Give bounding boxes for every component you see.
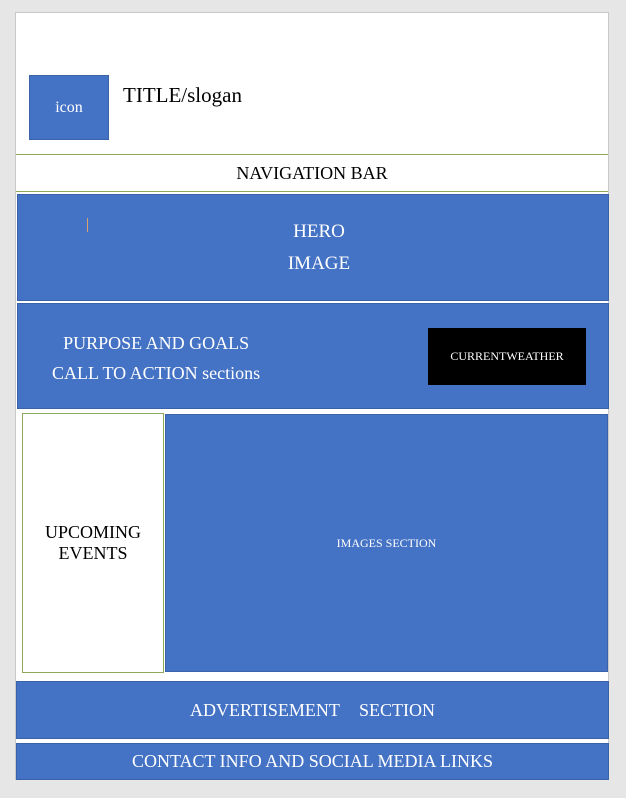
hero-label-line2: IMAGE — [287, 252, 351, 274]
current-weather-box: CURRENTWEATHER — [428, 328, 586, 385]
purpose-text: PURPOSE AND GOALS CALL TO ACTION section… — [52, 328, 260, 388]
images-section-label: IMAGES SECTION — [336, 535, 437, 550]
purpose-label-line2: CALL TO ACTION sections — [52, 363, 261, 383]
upcoming-events-line1: UPCOMING — [44, 522, 141, 542]
purpose-label-line1: PURPOSE AND GOALS — [63, 333, 250, 353]
current-weather-label: CURRENTWEATHER — [450, 349, 564, 363]
advertisement-section: ADVERTISEMENT SECTION — [16, 681, 609, 739]
hero-label-line1: HERO — [293, 220, 345, 242]
icon-label: icon — [55, 98, 83, 116]
upcoming-events-line2: EVENTS — [58, 543, 128, 563]
images-section: IMAGES SECTION — [165, 414, 608, 672]
contact-social-section: CONTACT INFO AND SOCIAL MEDIA LINKS — [16, 743, 609, 780]
icon-placeholder: icon — [29, 75, 109, 140]
navigation-bar-label: NAVIGATION BAR — [236, 162, 388, 183]
upcoming-events-section: UPCOMING EVENTS — [22, 413, 164, 673]
navigation-bar: NAVIGATION BAR — [16, 154, 608, 192]
contact-label: CONTACT INFO AND SOCIAL MEDIA LINKS — [131, 751, 494, 771]
text-cursor-mark — [87, 218, 88, 232]
advertisement-label: ADVERTISEMENT SECTION — [189, 699, 436, 720]
wireframe-page: icon TITLE/slogan NAVIGATION BAR HERO IM… — [15, 12, 609, 780]
title-slogan: TITLE/slogan — [123, 83, 242, 107]
hero-image-section: HERO IMAGE — [17, 194, 609, 301]
